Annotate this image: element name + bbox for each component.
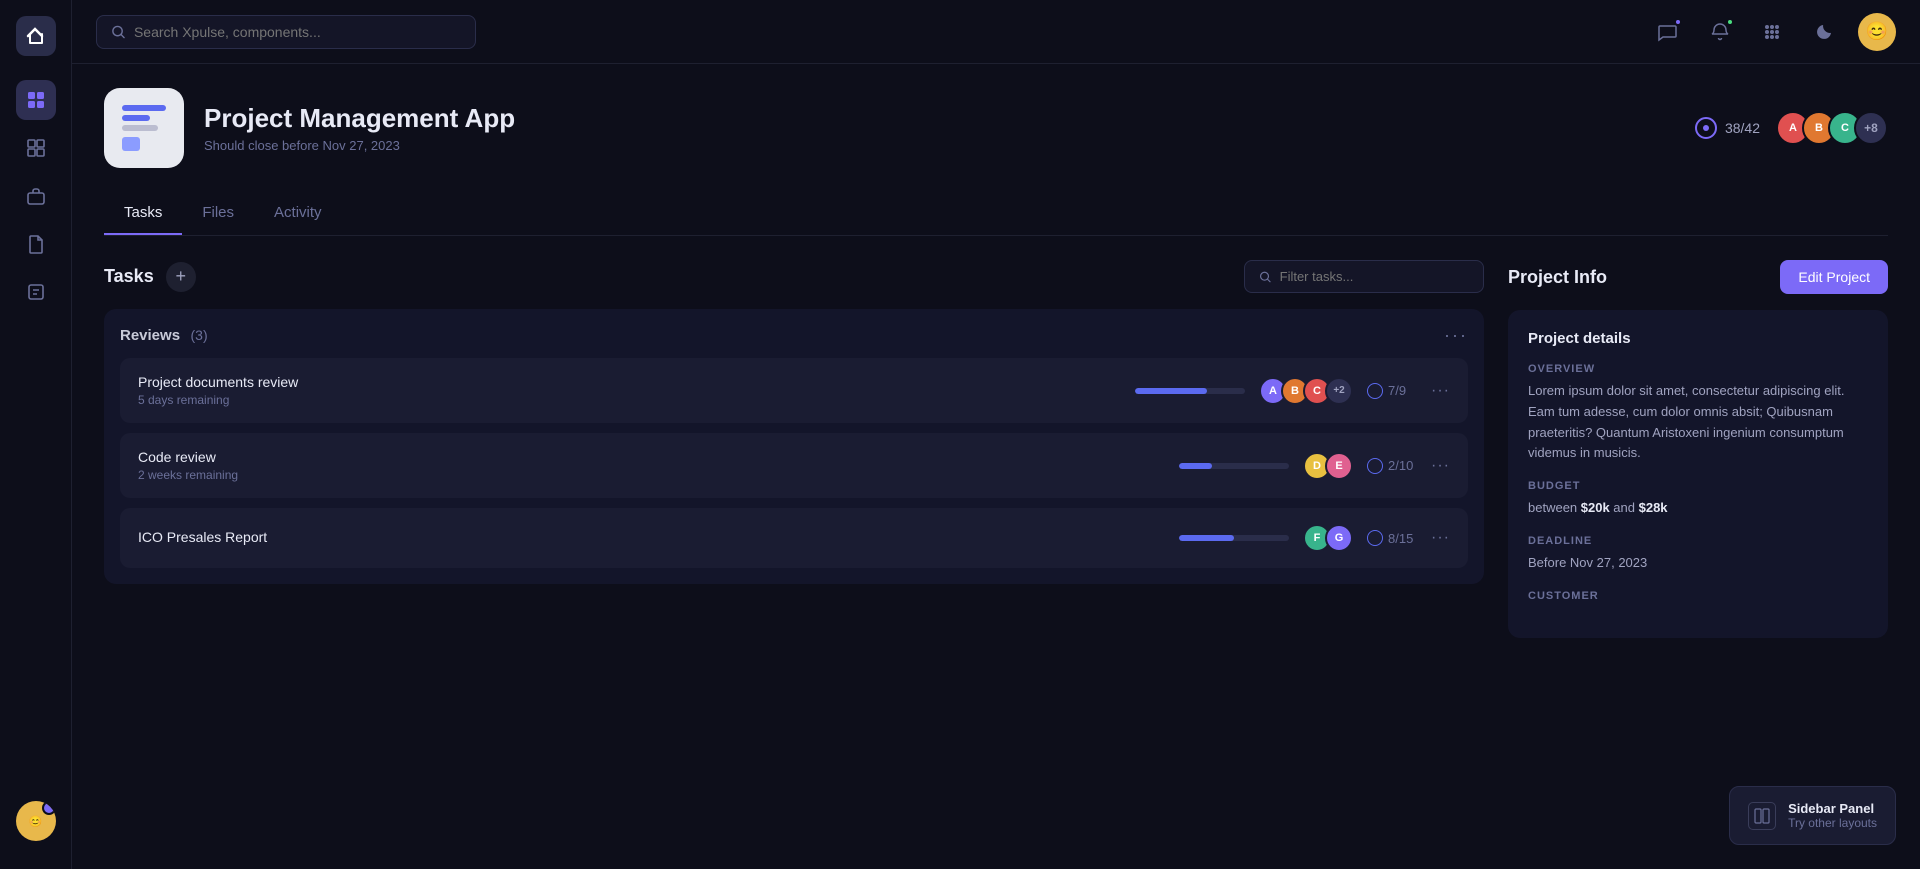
add-task-button[interactable]: + [166,262,196,292]
avatar-more: +8 [1854,111,1888,145]
task-avatars: A B C +2 [1259,377,1353,405]
user-avatar-nav[interactable]: 😊 [16,801,56,841]
kanban-group-reviews: Reviews (3) ··· Project documents review… [104,309,1484,584]
sidebar-item-grid[interactable] [16,128,56,168]
task-progress-bar [1179,535,1289,541]
task-check: 8/15 [1367,530,1417,546]
customer-label: CUSTOMER [1528,590,1868,602]
tabs: Tasks Files Activity [104,192,1888,236]
overview-text: Lorem ipsum dolor sit amet, consectetur … [1528,381,1868,464]
team-avatars: A B C +8 [1776,111,1888,145]
task-avatars: D E [1303,452,1353,480]
task-progress-bar [1179,463,1289,469]
filter-search-icon [1259,270,1272,284]
budget-text: between $20k and $28k [1528,498,1868,519]
tasks-header: Tasks + [104,260,1484,293]
sidebar-item-sticky[interactable] [16,272,56,312]
overview-section: OVERVIEW Lorem ipsum dolor sit amet, con… [1528,363,1868,464]
panel-title: Project Info [1508,267,1607,288]
check-icon [1367,383,1383,399]
tasks-area: Tasks + Reviews (3) [104,260,1888,638]
sidebar-item-dashboard[interactable] [16,80,56,120]
deadline-section: DEADLINE Before Nov 27, 2023 [1528,535,1868,574]
project-title: Project Management App [204,103,1675,134]
project-info-panel: Project Info Edit Project Project detail… [1508,260,1888,638]
task-count: 38/42 [1695,117,1760,139]
task-more-menu[interactable]: ··· [1431,457,1450,475]
project-header: Project Management App Should close befo… [104,88,1888,168]
layout-hint-subtitle: Try other layouts [1788,816,1877,830]
layout-hint-icon [1748,802,1776,830]
task-avatar: G [1325,524,1353,552]
search-icon [111,24,126,40]
project-details-card: Project details OVERVIEW Lorem ipsum dol… [1508,310,1888,638]
left-nav: 😊 [0,0,72,869]
task-more-menu[interactable]: ··· [1431,529,1450,547]
deadline-text: Before Nov 27, 2023 [1528,553,1868,574]
customer-section: CUSTOMER [1528,590,1868,602]
project-subtitle: Should close before Nov 27, 2023 [204,138,1675,153]
bell-icon[interactable] [1702,14,1738,50]
tab-files[interactable]: Files [182,192,254,235]
timer-icon [1695,117,1717,139]
panel-header: Project Info Edit Project [1508,260,1888,294]
search-bar[interactable] [96,15,476,49]
task-count-text: 38/42 [1725,120,1760,136]
sidebar-item-briefcase[interactable] [16,176,56,216]
user-avatar-top[interactable]: 😊 [1858,13,1896,51]
task-name: Project documents review 5 days remainin… [138,374,1121,407]
task-progress-bar [1135,388,1245,394]
theme-toggle[interactable] [1806,14,1842,50]
task-card[interactable]: Code review 2 weeks remaining D E 2/ [120,433,1468,498]
details-title: Project details [1528,330,1868,347]
logo-button[interactable] [16,16,56,56]
kanban-group-header: Reviews (3) ··· [120,325,1468,346]
filter-search[interactable] [1244,260,1484,293]
task-name: ICO Presales Report [138,529,1165,548]
page-content: Project Management App Should close befo… [72,64,1920,869]
kanban-group-title: Reviews (3) [120,327,208,345]
tab-activity[interactable]: Activity [254,192,342,235]
topbar: 😊 [72,0,1920,64]
overview-label: OVERVIEW [1528,363,1868,375]
tasks-title: Tasks [104,266,154,287]
sidebar-item-document[interactable] [16,224,56,264]
apps-icon[interactable] [1754,14,1790,50]
kanban-group-menu[interactable]: ··· [1444,325,1468,346]
filter-input[interactable] [1280,269,1469,284]
task-avatars: F G [1303,524,1353,552]
task-check: 2/10 [1367,458,1417,474]
edit-project-button[interactable]: Edit Project [1780,260,1888,294]
task-check: 7/9 [1367,383,1417,399]
project-info: Project Management App Should close befo… [204,103,1675,153]
task-more-menu[interactable]: ··· [1431,382,1450,400]
project-logo [104,88,184,168]
task-name: Code review 2 weeks remaining [138,449,1165,482]
search-input[interactable] [134,24,461,40]
tab-tasks[interactable]: Tasks [104,192,182,235]
layout-hint-text: Sidebar Panel Try other layouts [1788,801,1877,830]
project-header-right: 38/42 A B C +8 [1695,111,1888,145]
budget-label: BUDGET [1528,480,1868,492]
budget-section: BUDGET between $20k and $28k [1528,480,1868,519]
topbar-right: 😊 [1650,13,1896,51]
message-icon[interactable] [1650,14,1686,50]
task-avatar: E [1325,452,1353,480]
check-icon [1367,530,1383,546]
task-avatar-more: +2 [1325,377,1353,405]
check-icon [1367,458,1383,474]
task-card[interactable]: ICO Presales Report F G 8/15 [120,508,1468,568]
tasks-left: Tasks + Reviews (3) [104,260,1484,600]
task-card[interactable]: Project documents review 5 days remainin… [120,358,1468,423]
deadline-label: DEADLINE [1528,535,1868,547]
layout-hint-title: Sidebar Panel [1788,801,1877,816]
layout-hint[interactable]: Sidebar Panel Try other layouts [1729,786,1896,845]
main-content: 😊 Project Management App Should close be… [72,0,1920,869]
